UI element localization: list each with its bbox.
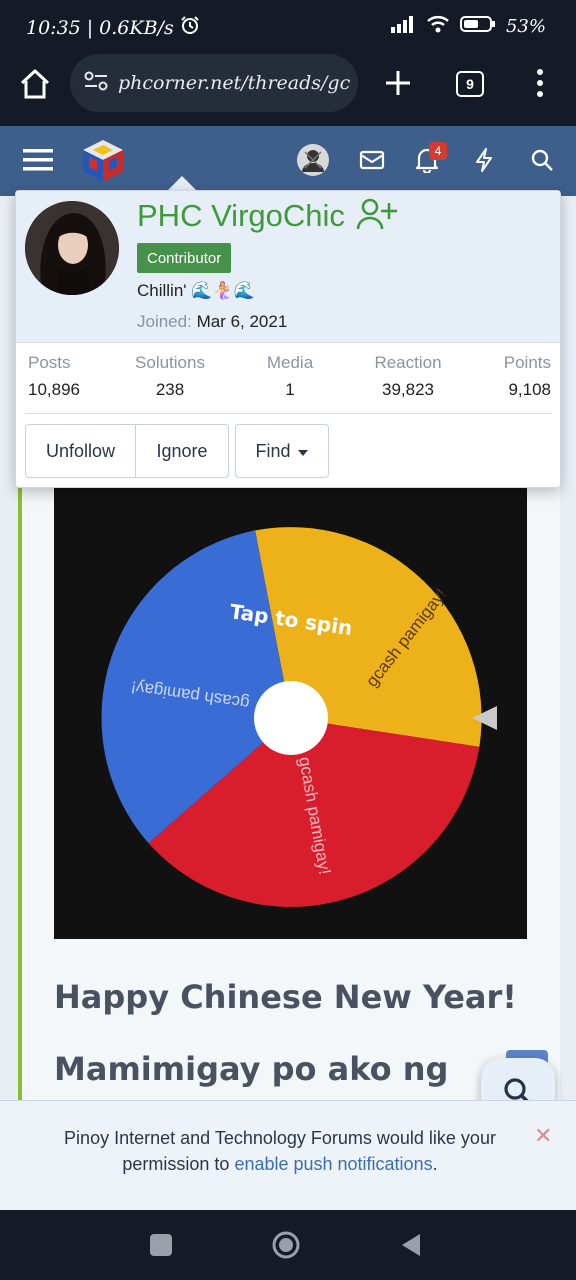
stat-value: 9,108: [508, 380, 551, 399]
stat-value: 39,823: [382, 380, 434, 399]
push-text-after: .: [432, 1154, 438, 1174]
popup-arrow: [168, 176, 196, 190]
menu-icon[interactable]: [18, 140, 58, 180]
stat-label: Reaction: [374, 353, 442, 372]
network-speed: 0.6KB/s: [99, 16, 174, 39]
joined-date: Mar 6, 2021: [196, 312, 288, 331]
android-nav-bar: [0, 1210, 576, 1280]
member-avatar[interactable]: [25, 201, 119, 295]
stat-label: Solutions: [135, 353, 205, 372]
member-name[interactable]: PHC VirgoChic: [137, 198, 345, 233]
push-notification-banner: Pinoy Internet and Technology Forums wou…: [0, 1100, 576, 1210]
url-text: phcorner.net/threads/gcash-pamigay: [118, 72, 350, 94]
status-bar: 10:35 | 0.6KB/s 53%: [0, 0, 576, 54]
stat-posts[interactable]: Posts 10,896: [28, 353, 80, 400]
stat-value: 1: [285, 380, 295, 399]
battery-icon: [459, 15, 496, 38]
wifi-icon: [426, 15, 450, 38]
wheel-center-button[interactable]: [254, 681, 328, 755]
site-logo[interactable]: [78, 136, 128, 186]
notification-badge: 4: [429, 142, 447, 160]
site-settings-icon[interactable]: [84, 70, 108, 97]
stat-label: Posts: [28, 353, 71, 372]
site-header: 4: [0, 126, 576, 196]
alarm-icon: [180, 15, 200, 40]
push-banner-text: Pinoy Internet and Technology Forums wou…: [30, 1125, 530, 1177]
stat-points[interactable]: Points 9,108: [504, 353, 551, 400]
unfollow-button[interactable]: Unfollow: [25, 424, 136, 478]
member-status: Chillin' 🌊🧜‍♀️🌊: [137, 281, 255, 300]
find-dropdown-button[interactable]: Find: [235, 424, 329, 478]
user-avatar-button[interactable]: [293, 140, 333, 180]
caret-down-icon: [297, 441, 309, 462]
spin-wheel-image[interactable]: gcash pamigay! gcash pamigay! gcash pami…: [54, 488, 527, 939]
member-stats: Posts 10,896 Solutions 238 Media 1 React…: [16, 353, 560, 405]
stat-value: 10,896: [28, 380, 80, 399]
home-icon[interactable]: [18, 68, 52, 105]
status-time: 10:35: [26, 16, 81, 39]
stat-solutions[interactable]: Solutions 238: [130, 353, 210, 400]
member-name-row: PHC VirgoChic: [137, 197, 398, 239]
new-tab-icon[interactable]: [384, 69, 412, 102]
stat-label: Media: [266, 353, 314, 372]
stat-media[interactable]: Media 1: [256, 353, 324, 400]
battery-percent: 53%: [505, 16, 546, 37]
stat-reaction[interactable]: Reaction 39,823: [366, 353, 450, 400]
search-icon[interactable]: [522, 140, 562, 180]
status-left: 10:35 | 0.6KB/s: [26, 15, 200, 40]
recents-icon[interactable]: [150, 1234, 172, 1256]
whats-new-bolt-icon[interactable]: [464, 140, 504, 180]
alerts-bell-icon[interactable]: 4: [407, 140, 447, 180]
joined-label: Joined:: [137, 312, 192, 331]
post-line-2: Mamimigay po ako ng: [54, 1050, 449, 1088]
stats-divider: [25, 413, 552, 414]
follow-user-icon[interactable]: [356, 197, 398, 239]
ignore-button[interactable]: Ignore: [135, 424, 229, 478]
close-icon[interactable]: ✕: [534, 1123, 552, 1149]
enable-push-link[interactable]: enable push notifications: [234, 1154, 432, 1174]
address-bar[interactable]: phcorner.net/threads/gcash-pamigay: [70, 54, 358, 112]
tab-switcher-button[interactable]: 9: [456, 71, 484, 97]
role-badge: Contributor: [137, 243, 232, 273]
member-tooltip: PHC VirgoChic Contributor Chillin' 🌊🧜‍♀️…: [15, 190, 561, 488]
browser-toolbar: phcorner.net/threads/gcash-pamigay 9: [0, 54, 576, 126]
find-label: Find: [255, 440, 291, 461]
back-icon[interactable]: [400, 1232, 422, 1263]
stat-value: 238: [155, 380, 185, 399]
spin-wheel-svg[interactable]: gcash pamigay! gcash pamigay! gcash pami…: [54, 488, 527, 939]
signal-icon: [390, 15, 416, 38]
joined-row: Joined: Mar 6, 2021: [137, 312, 287, 332]
status-right: 53%: [390, 15, 546, 38]
home-circle-icon[interactable]: [271, 1230, 301, 1265]
post-line-1: Happy Chinese New Year!: [54, 978, 517, 1016]
inbox-icon[interactable]: [352, 140, 392, 180]
stat-label: Points: [503, 353, 551, 372]
more-options-icon[interactable]: [535, 68, 545, 103]
